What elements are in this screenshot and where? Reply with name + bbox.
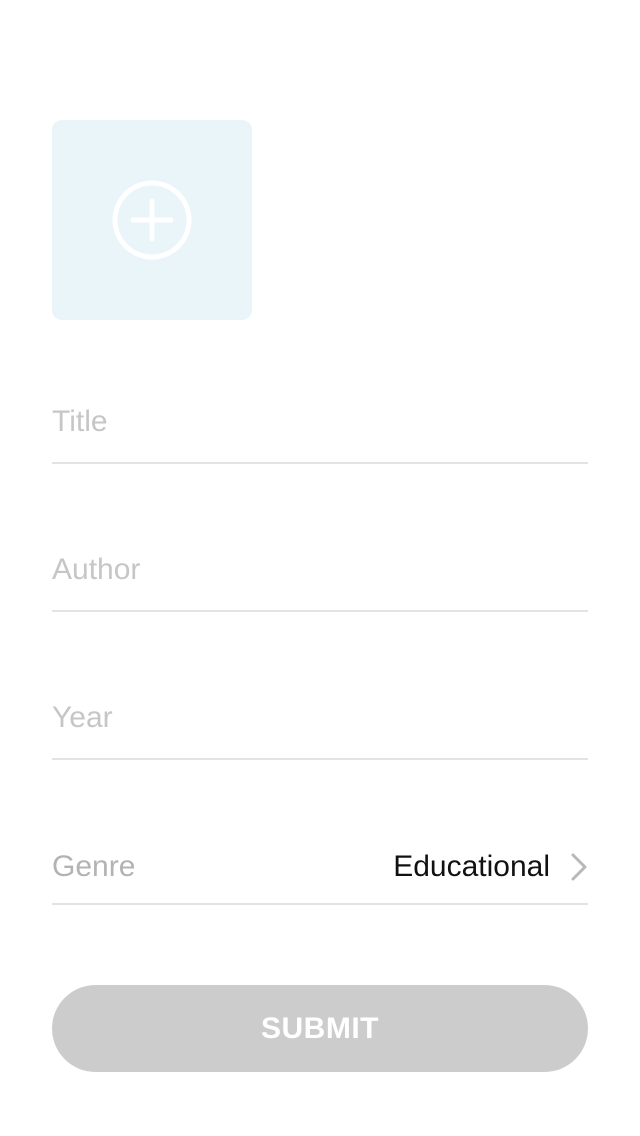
genre-selector[interactable]: Genre Educational xyxy=(52,830,588,905)
genre-label: Genre xyxy=(52,849,136,883)
submit-button[interactable]: SUBMIT xyxy=(52,985,588,1072)
author-input[interactable] xyxy=(52,540,588,600)
year-input[interactable] xyxy=(52,688,588,748)
add-photo-button[interactable] xyxy=(52,120,252,320)
chevron-right-icon xyxy=(570,852,588,882)
author-field-container xyxy=(52,540,588,612)
title-field-container xyxy=(52,392,588,464)
title-input[interactable] xyxy=(52,392,588,452)
genre-value: Educational xyxy=(393,849,550,883)
year-field-container xyxy=(52,688,588,760)
plus-circle-icon xyxy=(111,179,193,261)
